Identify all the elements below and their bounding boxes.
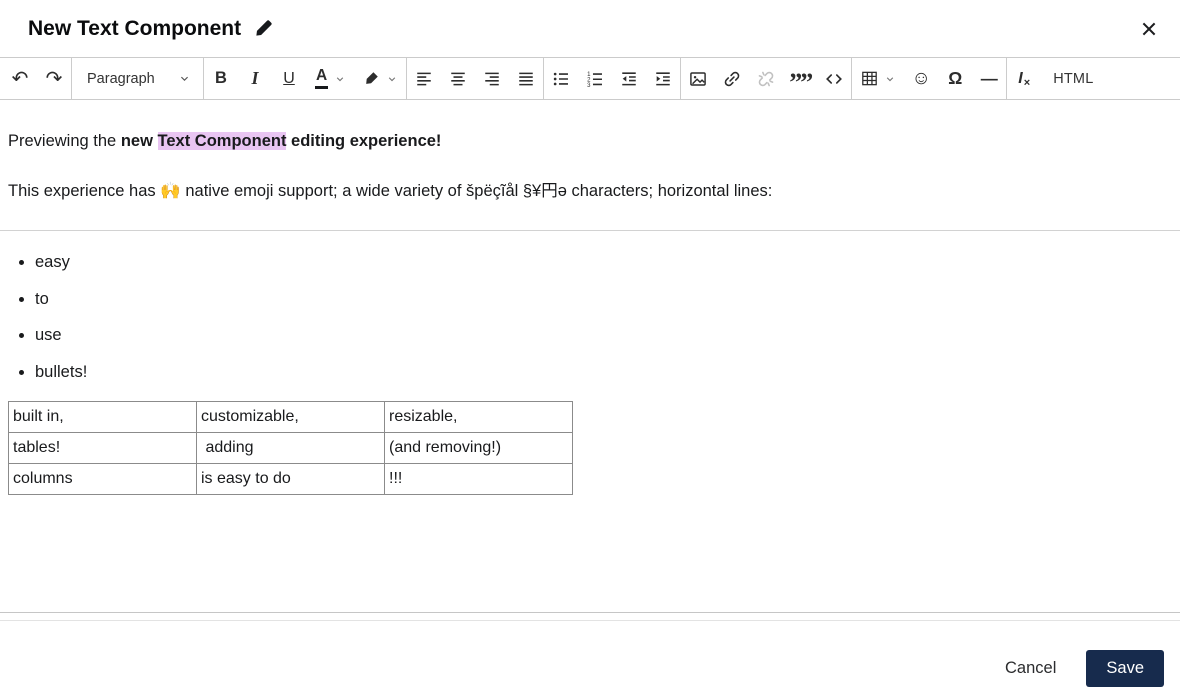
horizontal-line-icon: — bbox=[980, 68, 998, 88]
close-button[interactable] bbox=[1135, 15, 1163, 43]
unlink-icon bbox=[757, 70, 775, 88]
table-row: tables! adding (and removing!) bbox=[8, 432, 573, 465]
cancel-button[interactable]: Cancel bbox=[1005, 659, 1056, 678]
list-item[interactable]: easy bbox=[35, 253, 1172, 273]
bold-icon: B bbox=[215, 69, 227, 87]
close-icon bbox=[1139, 19, 1159, 39]
align-right-button[interactable] bbox=[475, 58, 509, 99]
indent-button[interactable] bbox=[646, 58, 680, 99]
align-right-icon bbox=[483, 70, 501, 88]
text-run-bold: editing experience! bbox=[286, 132, 442, 150]
html-source-button[interactable]: HTML bbox=[1041, 58, 1105, 99]
table-icon bbox=[861, 70, 878, 87]
table-dropdown[interactable] bbox=[852, 58, 904, 99]
underline-button[interactable]: U bbox=[272, 58, 306, 99]
blockquote-button[interactable]: ”” bbox=[783, 58, 817, 99]
indent-icon bbox=[654, 70, 672, 88]
table-cell[interactable]: (and removing!) bbox=[384, 432, 573, 465]
table-cell[interactable]: adding bbox=[196, 432, 385, 465]
clear-formatting-icon: I × bbox=[1018, 69, 1031, 89]
table-row: built in, customizable, resizable, bbox=[8, 401, 573, 434]
link-icon bbox=[723, 70, 741, 88]
undo-button[interactable]: ↶ bbox=[3, 58, 37, 99]
bullet-list: easy to use bullets! bbox=[8, 253, 1172, 383]
editor-content[interactable]: Previewing the new Text Component editin… bbox=[0, 100, 1180, 613]
italic-button[interactable]: I bbox=[238, 58, 272, 99]
table-row: columns is easy to do !!! bbox=[8, 463, 573, 496]
align-center-icon bbox=[449, 70, 467, 88]
pencil-icon bbox=[254, 19, 273, 38]
align-left-button[interactable] bbox=[407, 58, 441, 99]
emoji-button[interactable]: ☺ bbox=[904, 58, 938, 99]
outdent-button[interactable] bbox=[612, 58, 646, 99]
align-left-icon bbox=[415, 70, 433, 88]
italic-icon: I bbox=[251, 68, 259, 88]
edit-title-button[interactable] bbox=[254, 19, 273, 38]
undo-icon: ↶ bbox=[11, 67, 29, 90]
list-item[interactable]: bullets! bbox=[35, 363, 1172, 383]
code-button[interactable] bbox=[817, 58, 851, 99]
table-cell[interactable]: !!! bbox=[384, 463, 573, 496]
horizontal-rule bbox=[0, 229, 1180, 231]
emoji-smiley-icon: ☺ bbox=[911, 68, 931, 89]
insert-link-button[interactable] bbox=[715, 58, 749, 99]
highlighted-text: Text Component bbox=[157, 132, 287, 150]
chevron-down-icon bbox=[387, 74, 397, 84]
outdent-icon bbox=[620, 70, 638, 88]
redo-icon: ↷ bbox=[45, 67, 63, 90]
modal-footer: Cancel Save bbox=[0, 620, 1180, 698]
text-run-normal: Previewing the bbox=[8, 132, 121, 150]
insert-image-button[interactable] bbox=[681, 58, 715, 99]
paragraph-1: Previewing the new Text Component editin… bbox=[8, 130, 1172, 154]
code-icon bbox=[825, 70, 843, 88]
paragraph-style-dropdown[interactable]: Paragraph bbox=[72, 58, 203, 99]
save-button[interactable]: Save bbox=[1086, 650, 1164, 687]
editor-table: built in, customizable, resizable, table… bbox=[8, 401, 573, 496]
justify-button[interactable] bbox=[509, 58, 543, 99]
omega-icon: Ω bbox=[948, 68, 963, 88]
numbered-list-button[interactable]: 123 bbox=[578, 58, 612, 99]
special-character-button[interactable]: Ω bbox=[938, 58, 972, 99]
underline-icon: U bbox=[283, 69, 295, 87]
horizontal-line-button[interactable]: — bbox=[972, 58, 1006, 99]
text-run-bold: new bbox=[120, 132, 158, 150]
chevron-down-icon bbox=[885, 74, 895, 84]
bullet-list-icon bbox=[552, 70, 570, 88]
chevron-down-icon bbox=[179, 73, 190, 84]
align-center-button[interactable] bbox=[441, 58, 475, 99]
highlighter-pen-icon bbox=[363, 70, 380, 87]
table-cell[interactable]: columns bbox=[8, 463, 197, 496]
list-item[interactable]: to bbox=[35, 290, 1172, 310]
list-item[interactable]: use bbox=[35, 326, 1172, 346]
table-cell[interactable]: tables! bbox=[8, 432, 197, 465]
bullet-list-button[interactable] bbox=[544, 58, 578, 99]
table-cell[interactable]: resizable, bbox=[384, 401, 573, 434]
blockquote-icon: ”” bbox=[789, 67, 813, 97]
page-title: New Text Component bbox=[28, 16, 242, 40]
table-cell[interactable]: is easy to do bbox=[196, 463, 385, 496]
text-color-dropdown[interactable]: A bbox=[306, 58, 354, 99]
text-color-icon: A bbox=[315, 68, 329, 89]
table-cell[interactable]: built in, bbox=[8, 401, 197, 434]
html-source-label: HTML bbox=[1053, 70, 1094, 87]
image-icon bbox=[689, 70, 707, 88]
paragraph-2: This experience has 🙌 native emoji suppo… bbox=[8, 181, 773, 200]
highlight-color-dropdown[interactable] bbox=[354, 58, 406, 99]
svg-text:3: 3 bbox=[587, 82, 591, 87]
numbered-list-icon: 123 bbox=[586, 70, 604, 88]
paragraph-style-label: Paragraph bbox=[87, 70, 155, 87]
chevron-down-icon bbox=[335, 74, 345, 84]
redo-button[interactable]: ↷ bbox=[37, 58, 71, 99]
table-cell[interactable]: customizable, bbox=[196, 401, 385, 434]
editor-toolbar: ↶ ↷ Paragraph B I U A 123 ”” ☺ Ω — I × H… bbox=[0, 57, 1180, 100]
bold-button[interactable]: B bbox=[204, 58, 238, 99]
modal-header: New Text Component bbox=[0, 0, 1180, 57]
justify-icon bbox=[517, 70, 535, 88]
unlink-button[interactable] bbox=[749, 58, 783, 99]
clear-formatting-button[interactable]: I × bbox=[1007, 58, 1041, 99]
